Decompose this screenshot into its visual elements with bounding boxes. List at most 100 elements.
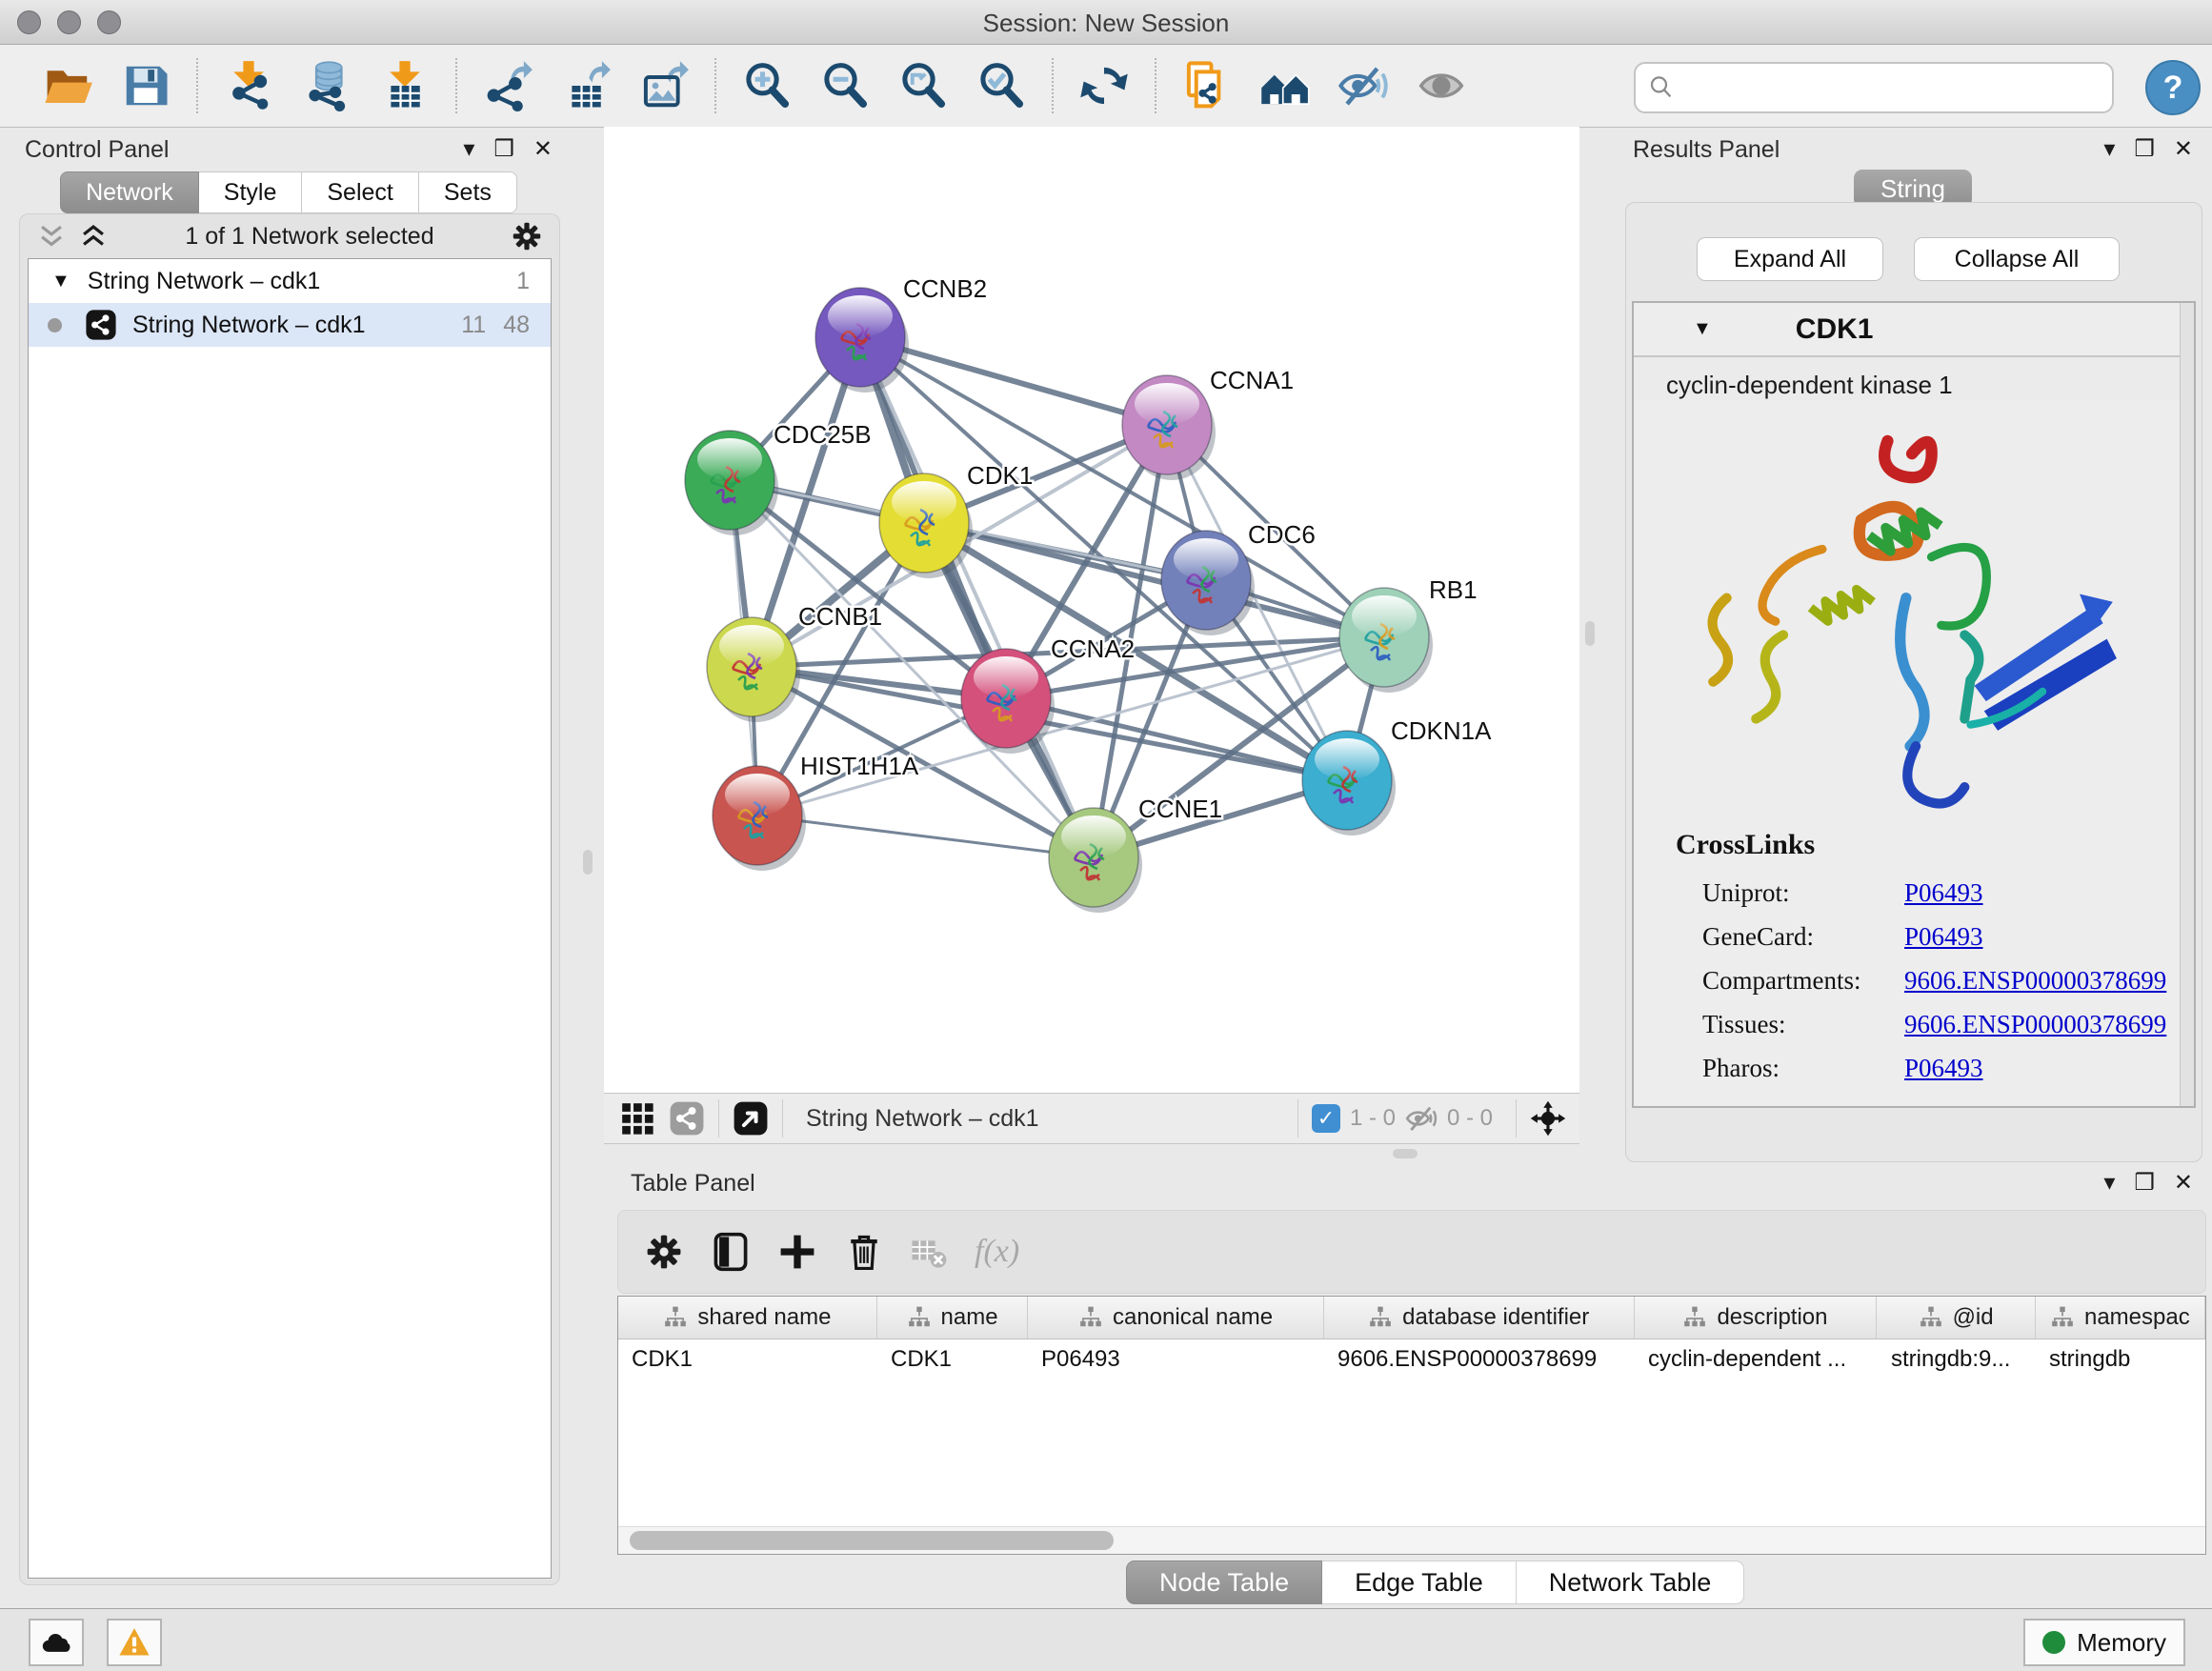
help-button[interactable]: ? xyxy=(2145,60,2201,115)
table-cell[interactable]: CDK1 xyxy=(618,1346,877,1373)
column-header-canonical-name[interactable]: canonical name xyxy=(1028,1297,1324,1339)
tab-sets[interactable]: Sets xyxy=(419,171,517,213)
export-image-button[interactable] xyxy=(634,56,694,115)
add-column-icon[interactable] xyxy=(776,1231,818,1273)
panel-float-icon[interactable]: ❒ xyxy=(2134,138,2155,161)
table-panel: Table Panel ▾ ❒ ✕ f(x) shared namenameca… xyxy=(617,1167,2206,1601)
cloud-status-button[interactable] xyxy=(29,1619,84,1666)
crosslink-link[interactable]: 9606.ENSP00000378699 xyxy=(1904,966,2166,996)
warning-status-button[interactable] xyxy=(107,1619,162,1666)
column-header-name[interactable]: name xyxy=(877,1297,1028,1339)
new-network-from-selection-button[interactable] xyxy=(1177,56,1237,115)
expand-all-button[interactable]: Expand All xyxy=(1697,237,1883,281)
crosslink-link[interactable]: P06493 xyxy=(1904,878,1983,908)
import-table-file-icon xyxy=(379,60,431,111)
network-view-canvas[interactable]: CCNB2CCNA1CDC25BCDK1CDC6RB1CCNB1CCNA2CDK… xyxy=(604,127,1579,1093)
column-header-database-identifier[interactable]: database identifier xyxy=(1324,1297,1635,1339)
panel-menu-icon[interactable]: ▾ xyxy=(463,138,474,161)
zoom-in-button[interactable] xyxy=(737,56,796,115)
tab-network-table[interactable]: Network Table xyxy=(1517,1560,1745,1604)
table-cell[interactable]: P06493 xyxy=(1028,1346,1324,1373)
node-HIST1H1A[interactable]: HIST1H1A xyxy=(713,752,919,871)
node-CDK1[interactable]: CDK1 xyxy=(879,461,1033,578)
network-share-icon[interactable] xyxy=(669,1100,705,1137)
tab-node-table[interactable]: Node Table xyxy=(1126,1560,1322,1604)
panel-close-icon[interactable]: ✕ xyxy=(533,138,553,161)
column-header--id[interactable]: @id xyxy=(1877,1297,2035,1339)
tab-edge-table[interactable]: Edge Table xyxy=(1322,1560,1517,1604)
node-label-CDC6: CDC6 xyxy=(1248,520,1316,549)
string-home-button[interactable] xyxy=(1256,56,1315,115)
import-table-file-button[interactable] xyxy=(375,56,434,115)
fit-selection-crosshair-icon[interactable] xyxy=(1530,1100,1566,1137)
panel-close-icon[interactable]: ✕ xyxy=(2174,1172,2193,1195)
node-RB1[interactable]: RB1 xyxy=(1339,575,1478,693)
network-options-gear-icon[interactable] xyxy=(510,219,544,253)
grid-view-icon[interactable] xyxy=(619,1100,655,1137)
node-CDKN1A[interactable]: CDKN1A xyxy=(1302,716,1492,836)
import-network-database-button[interactable] xyxy=(297,56,356,115)
export-network-button[interactable] xyxy=(478,56,537,115)
expand-all-networks-icon[interactable] xyxy=(77,220,110,252)
save-session-button[interactable] xyxy=(116,56,175,115)
horizontal-splitter-handle[interactable] xyxy=(1393,1149,1418,1158)
panel-close-icon[interactable]: ✕ xyxy=(2174,138,2193,161)
layout-refresh-icon xyxy=(1078,60,1130,111)
open-session-button[interactable] xyxy=(38,56,97,115)
table-cell[interactable]: cyclin-dependent ... xyxy=(1635,1346,1878,1373)
collapse-all-button[interactable]: Collapse All xyxy=(1914,237,2120,281)
node-CDC6[interactable]: CDC6 xyxy=(1161,520,1316,635)
column-header-namespac[interactable]: namespac xyxy=(2036,1297,2205,1339)
tab-network[interactable]: Network xyxy=(60,171,199,213)
network-status-dot xyxy=(48,318,62,332)
table-cell[interactable]: stringdb:9... xyxy=(1878,1346,2036,1373)
table-options-gear-icon[interactable] xyxy=(643,1231,685,1273)
search-input[interactable] xyxy=(1683,68,2112,108)
search-icon xyxy=(1647,73,1676,102)
panel-float-icon[interactable]: ❒ xyxy=(493,138,514,161)
table-cell[interactable]: 9606.ENSP00000378699 xyxy=(1324,1346,1635,1373)
panel-menu-icon[interactable]: ▾ xyxy=(2103,138,2115,161)
layout-refresh-button[interactable] xyxy=(1075,56,1134,115)
node-label-CDKN1A: CDKN1A xyxy=(1391,716,1492,745)
gene-collapse-icon[interactable]: ▼ xyxy=(1693,318,1712,340)
collapse-all-networks-icon[interactable] xyxy=(35,220,68,252)
table-cell[interactable]: stringdb xyxy=(2036,1346,2205,1373)
export-table-button[interactable] xyxy=(556,56,615,115)
zoom-selected-button[interactable] xyxy=(972,56,1031,115)
network-collection-row[interactable]: ▼ String Network – cdk1 1 xyxy=(29,259,551,303)
column-header-shared-name[interactable]: shared name xyxy=(618,1297,877,1339)
delete-column-icon[interactable] xyxy=(843,1231,885,1273)
gene-card-header[interactable]: ▼ CDK1 xyxy=(1634,303,2194,357)
crosslink-label: Uniprot: xyxy=(1702,878,1904,908)
tab-style[interactable]: Style xyxy=(199,171,303,213)
table-horizontal-scrollbar[interactable] xyxy=(618,1526,2205,1554)
zoom-fit-button[interactable] xyxy=(894,56,953,115)
crosslink-link[interactable]: P06493 xyxy=(1904,1054,1983,1083)
panel-menu-icon[interactable]: ▾ xyxy=(2103,1172,2115,1195)
node-CCNE1[interactable]: CCNE1 xyxy=(1049,795,1222,913)
birds-eye-view-icon[interactable] xyxy=(733,1100,769,1137)
column-header-description[interactable]: description xyxy=(1635,1297,1878,1339)
vertical-splitter-handle[interactable] xyxy=(1585,621,1595,646)
protein-structure-image xyxy=(1681,403,2139,822)
show-all-button[interactable] xyxy=(1412,56,1471,115)
crosslink-link[interactable]: 9606.ENSP00000378699 xyxy=(1904,1010,2166,1039)
edge-CCNE1-HIST1H1A[interactable] xyxy=(757,815,1094,857)
network-row[interactable]: String Network – cdk1 11 48 xyxy=(29,303,551,347)
zoom-out-button[interactable] xyxy=(815,56,875,115)
selected-checkbox-icon[interactable]: ✓ xyxy=(1312,1104,1340,1133)
scrollbar-thumb[interactable] xyxy=(630,1531,1114,1550)
collection-collapse-icon[interactable]: ▼ xyxy=(51,271,70,292)
show-columns-icon[interactable] xyxy=(710,1231,752,1273)
gene-card-scrollbar[interactable] xyxy=(2180,303,2194,1106)
vertical-splitter-handle[interactable] xyxy=(583,850,593,875)
panel-float-icon[interactable]: ❒ xyxy=(2134,1172,2155,1195)
crosslink-link[interactable]: P06493 xyxy=(1904,922,1983,952)
tab-select[interactable]: Select xyxy=(302,171,418,213)
hide-selected-button[interactable] xyxy=(1334,56,1393,115)
memory-button[interactable]: Memory xyxy=(2023,1619,2185,1666)
table-row[interactable]: CDK1CDK1P064939606.ENSP00000378699cyclin… xyxy=(618,1339,2205,1379)
table-cell[interactable]: CDK1 xyxy=(877,1346,1028,1373)
import-network-file-button[interactable] xyxy=(219,56,278,115)
